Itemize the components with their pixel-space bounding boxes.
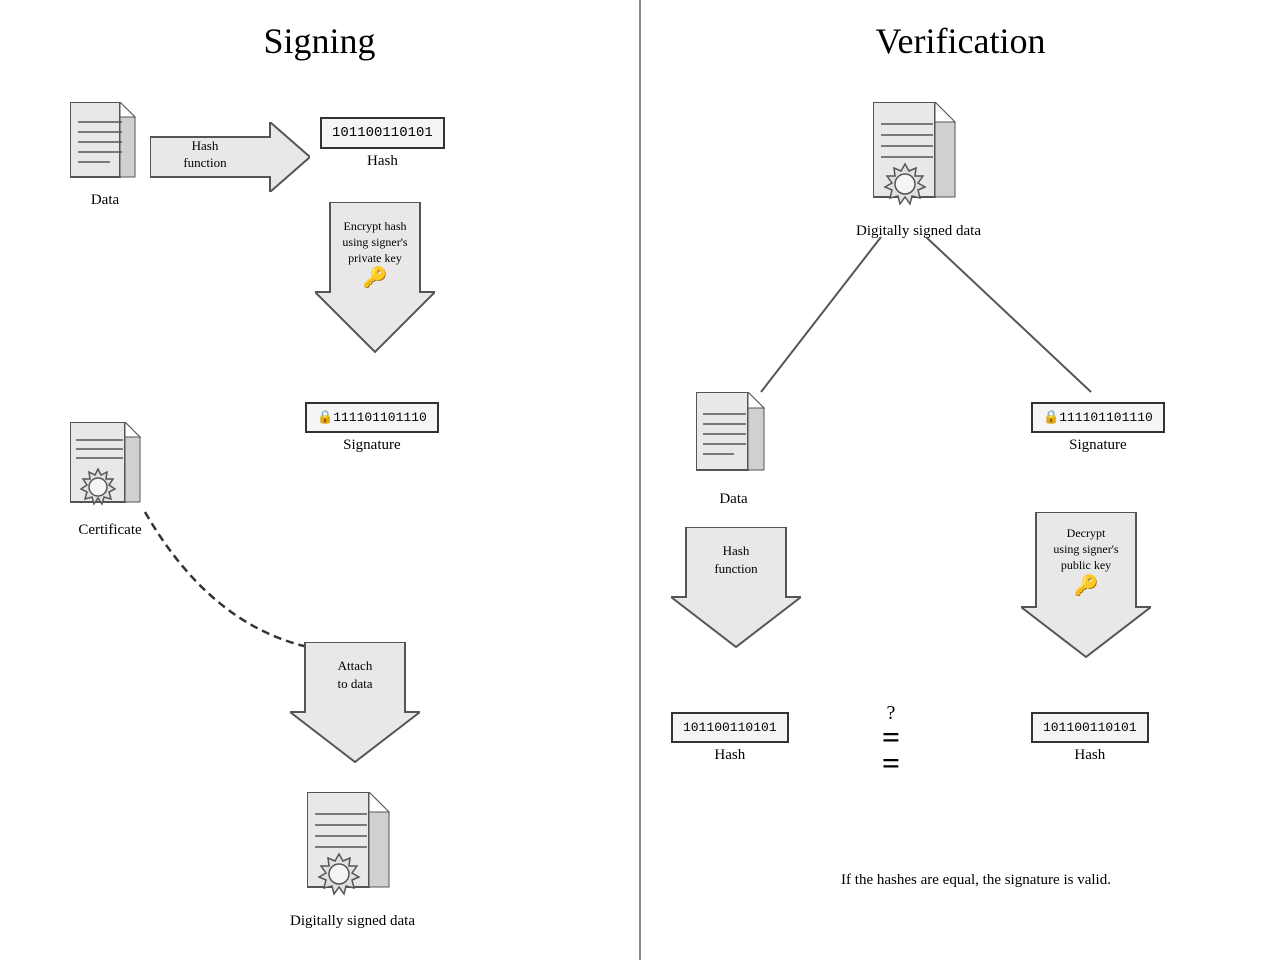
signing-hash-box: 101100110101 Hash — [320, 117, 445, 170]
svg-text:Hash: Hash — [192, 138, 219, 153]
encrypt-box-container: Encrypt hash using signer's private key … — [315, 202, 435, 367]
signing-signature-value: 🔒111101101110 — [305, 402, 439, 433]
signing-hash-label: Hash — [320, 153, 445, 170]
v-data-doc-icon — [696, 392, 771, 482]
svg-text:function: function — [183, 155, 227, 170]
conclusion-text: If the hashes are equal, the signature i… — [681, 872, 1271, 889]
v-data-label: Data — [696, 491, 771, 508]
certificate-icon — [70, 422, 150, 517]
certificate-label: Certificate — [70, 522, 150, 539]
v-hash2-value: 101100110101 — [1031, 712, 1149, 743]
v-hash1-label: Hash — [671, 747, 789, 764]
v-signature-label: Signature — [1031, 437, 1165, 454]
svg-text:public key: public key — [1061, 558, 1111, 572]
v-hash1-value: 101100110101 — [671, 712, 789, 743]
signing-data-document: Data — [70, 102, 140, 209]
attach-arrow-svg: Attach to data — [290, 642, 420, 772]
v-hash-arrow-svg: Hash function — [671, 527, 801, 657]
v-hash2-label: Hash — [1031, 747, 1149, 764]
svg-text:private key: private key — [348, 251, 402, 265]
v-signed-label: Digitally signed data — [856, 223, 981, 240]
decrypt-arrow-svg: Decrypt using signer's public key 🔑 — [1021, 512, 1151, 667]
v-sig-bits: 111101101110 — [1059, 410, 1153, 425]
attach-box-container: Attach to data — [290, 642, 420, 777]
signing-panel: Signing Data — [0, 0, 641, 960]
signing-signature-label: Signature — [305, 437, 439, 454]
signing-sig-bits: 111101101110 — [333, 410, 427, 425]
signing-hash-value: 101100110101 — [320, 117, 445, 149]
v-signature-value: 🔒111101101110 — [1031, 402, 1165, 433]
main-container: Signing Data — [0, 0, 1280, 960]
v-data-doc: Data — [696, 392, 771, 508]
svg-text:🔑: 🔑 — [1074, 573, 1099, 597]
verification-panel: Verification Digi — [641, 0, 1280, 960]
v-hash2-container: 101100110101 Hash — [1031, 712, 1149, 764]
signed-doc-icon — [307, 792, 397, 902]
lock-icon-left: 🔒 — [317, 410, 333, 425]
v-signed-doc-icon — [873, 102, 963, 212]
svg-text:🔑: 🔑 — [363, 265, 388, 289]
left-content: Data Hash function 101100110101 Hash — [20, 82, 619, 962]
lock-icon-right: 🔒 — [1043, 410, 1059, 425]
decrypt-box-container: Decrypt using signer's public key 🔑 — [1021, 512, 1151, 672]
svg-text:Decrypt: Decrypt — [1067, 526, 1106, 540]
svg-text:Hash: Hash — [723, 543, 750, 558]
svg-text:function: function — [714, 561, 758, 576]
verification-title: Verification — [661, 20, 1260, 62]
signing-signature-container: 🔒111101101110 Signature — [305, 402, 439, 454]
certificate-container: Certificate — [70, 422, 150, 539]
comparison-container: ? == — [856, 702, 926, 776]
v-signature-container: 🔒111101101110 Signature — [1031, 402, 1165, 454]
encrypt-arrow-svg: Encrypt hash using signer's private key … — [315, 202, 435, 362]
equals-sign: == — [856, 725, 926, 776]
signed-document-left: Digitally signed data — [290, 792, 415, 930]
signing-title: Signing — [20, 20, 619, 62]
svg-text:Attach: Attach — [338, 658, 373, 673]
verification-signed-doc: Digitally signed data — [856, 102, 981, 240]
hash-arrow-svg: Hash function — [150, 122, 310, 192]
v-hash1-container: 101100110101 Hash — [671, 712, 789, 764]
svg-text:using signer's: using signer's — [342, 235, 407, 249]
v-hash-function-container: Hash function — [671, 527, 801, 662]
signed-label-left: Digitally signed data — [290, 913, 415, 930]
svg-text:Encrypt hash: Encrypt hash — [344, 219, 407, 233]
document-icon — [70, 102, 140, 187]
svg-text:using signer's: using signer's — [1053, 542, 1118, 556]
hash-function-arrow-left: Hash function — [150, 122, 310, 197]
right-content: Digitally signed data — [661, 82, 1260, 962]
signing-data-label: Data — [70, 192, 140, 209]
svg-text:to data: to data — [337, 676, 372, 691]
